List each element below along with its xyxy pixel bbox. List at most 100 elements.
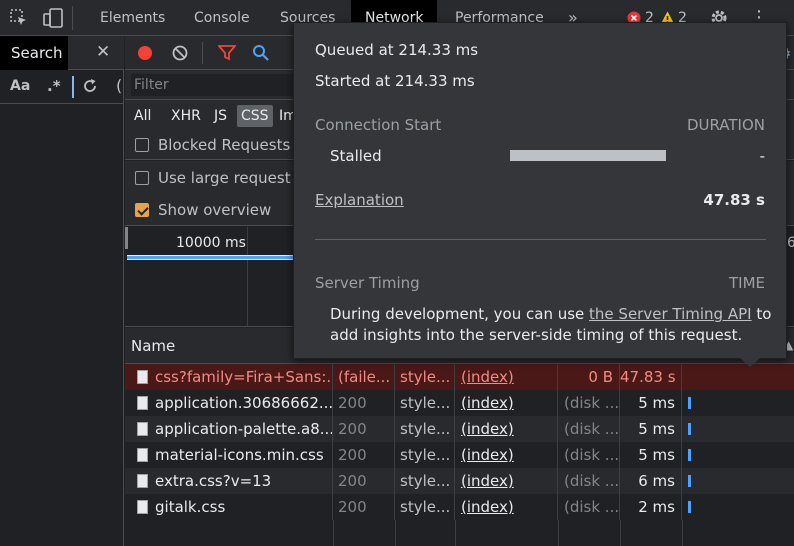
request-size: 0 B [558,364,620,390]
regex-button[interactable]: .* [47,77,61,95]
search-tab[interactable]: Search [0,36,68,70]
request-status: 200 [338,390,395,416]
checkbox-box[interactable] [135,171,149,185]
filter-icon[interactable] [218,45,236,61]
show-overview-checkbox[interactable]: Show overview [135,198,271,222]
request-time: 47.83 s [620,364,682,390]
request-type: style... [400,390,455,416]
stalled-timing-bar [510,150,666,161]
tooltip-arrow [740,358,760,367]
blocked-requests-label: Blocked Requests [158,136,291,154]
overview-truncated-label: 6 [787,235,794,251]
refresh-icon[interactable] [82,78,98,94]
server-timing-text-part: During development, you can use [330,305,590,323]
waterfall-bar [688,397,691,409]
request-size: (disk ... [564,416,620,442]
column-divider [558,520,559,546]
connection-start-heading: Connection Start [315,116,442,134]
started-at-text: Started at 214.33 ms [315,72,475,90]
request-time: 2 ms [620,494,682,520]
waterfall-bar [688,501,691,513]
device-toolbar-icon[interactable] [43,8,65,28]
request-type: style... [400,494,455,520]
toolbar-divider [72,6,73,30]
request-initiator[interactable]: (index) [461,364,558,390]
checkbox-box[interactable] [135,138,149,152]
request-name[interactable]: extra.css?v=13 [155,468,333,494]
blocked-requests-checkbox[interactable]: Blocked Requests [135,133,290,157]
request-status: 200 [338,416,395,442]
checkbox-box-checked[interactable] [135,203,149,217]
server-timing-text-part: to [751,305,772,323]
search-toolbar: Aa .* ( [0,70,124,104]
close-search-icon[interactable]: ✕ [96,42,110,62]
request-name[interactable]: material-icons.min.css [155,442,333,468]
large-rows-checkbox[interactable]: Use large request ro [135,166,310,190]
timing-tooltip: Queued at 214.33 ms Started at 214.33 ms… [293,22,787,367]
request-name[interactable]: application-palette.a8... [155,416,333,442]
type-xhr[interactable]: XHR [167,105,205,127]
file-icon [137,370,148,384]
request-initiator[interactable]: (index) [461,442,558,468]
search-input-cursor[interactable] [72,76,74,98]
table-row[interactable]: material-icons.min.css 200 style... (ind… [125,442,794,468]
file-icon [137,448,148,462]
show-overview-label: Show overview [158,201,272,219]
overview-request-bar [127,255,293,260]
table-row[interactable]: extra.css?v=13 200 style... (index) (dis… [125,468,794,494]
search-icon[interactable] [252,44,270,62]
file-icon [137,422,148,436]
request-initiator[interactable]: (index) [461,494,558,520]
server-timing-api-link[interactable]: the Server Timing API [589,305,752,323]
match-case-button[interactable]: Aa [10,78,30,94]
overview-handle[interactable] [125,227,128,249]
request-size: (disk ... [564,390,620,416]
explanation-link[interactable]: Explanation [315,191,404,209]
search-panel-header: Search ✕ [0,36,124,70]
column-divider [395,520,396,546]
record-icon[interactable] [137,45,153,61]
requests-table-body: css?family=Fira+Sans:... (faile... style… [125,364,794,546]
file-icon [137,474,148,488]
stalled-duration: - [759,147,765,165]
tab-elements[interactable]: Elements [100,0,165,36]
request-initiator[interactable]: (index) [461,468,558,494]
request-status: 200 [338,494,395,520]
duration-heading: DURATION [686,116,765,134]
request-initiator[interactable]: (index) [461,390,558,416]
clear-search-icon[interactable]: ( [116,76,122,95]
request-time: 5 ms [620,442,682,468]
type-all[interactable]: All [130,105,155,127]
table-row[interactable]: application.30686662.... 200 style... (i… [125,390,794,416]
table-row[interactable]: gitalk.css 200 style... (index) (disk ..… [125,494,794,520]
type-js[interactable]: JS [210,105,231,127]
request-initiator[interactable]: (index) [461,416,558,442]
request-size: (disk ... [564,494,620,520]
queued-at-text: Queued at 214.33 ms [315,41,479,59]
request-name[interactable]: css?family=Fira+Sans:... [155,364,333,390]
overview-gridline [247,227,248,326]
request-size: (disk ... [564,442,620,468]
type-css[interactable]: CSS [237,105,273,127]
inspect-element-icon[interactable] [10,9,28,27]
tooltip-divider [315,239,766,240]
stalled-label: Stalled [330,147,382,165]
request-time: 5 ms [620,390,682,416]
server-timing-text: During development, you can use the Serv… [330,305,771,323]
request-type: style... [400,364,455,390]
name-column-header[interactable]: Name [131,337,175,355]
waterfall-bar [688,423,691,435]
request-status: 200 [338,468,395,494]
large-rows-label: Use large request ro [158,169,311,187]
overview-time-label: 10000 ms [176,235,246,251]
total-duration: 47.83 s [703,191,765,209]
request-status: (faile... [338,364,395,390]
tab-console[interactable]: Console [194,0,250,36]
table-row[interactable]: css?family=Fira+Sans:... (faile... style… [125,364,794,390]
request-name[interactable]: gitalk.css [155,494,333,520]
clear-icon[interactable] [172,45,188,61]
server-timing-text-line2: add insights into the server-side timing… [330,326,743,344]
request-time: 5 ms [620,416,682,442]
table-row[interactable]: application-palette.a8... 200 style... (… [125,416,794,442]
request-name[interactable]: application.30686662.... [155,390,333,416]
